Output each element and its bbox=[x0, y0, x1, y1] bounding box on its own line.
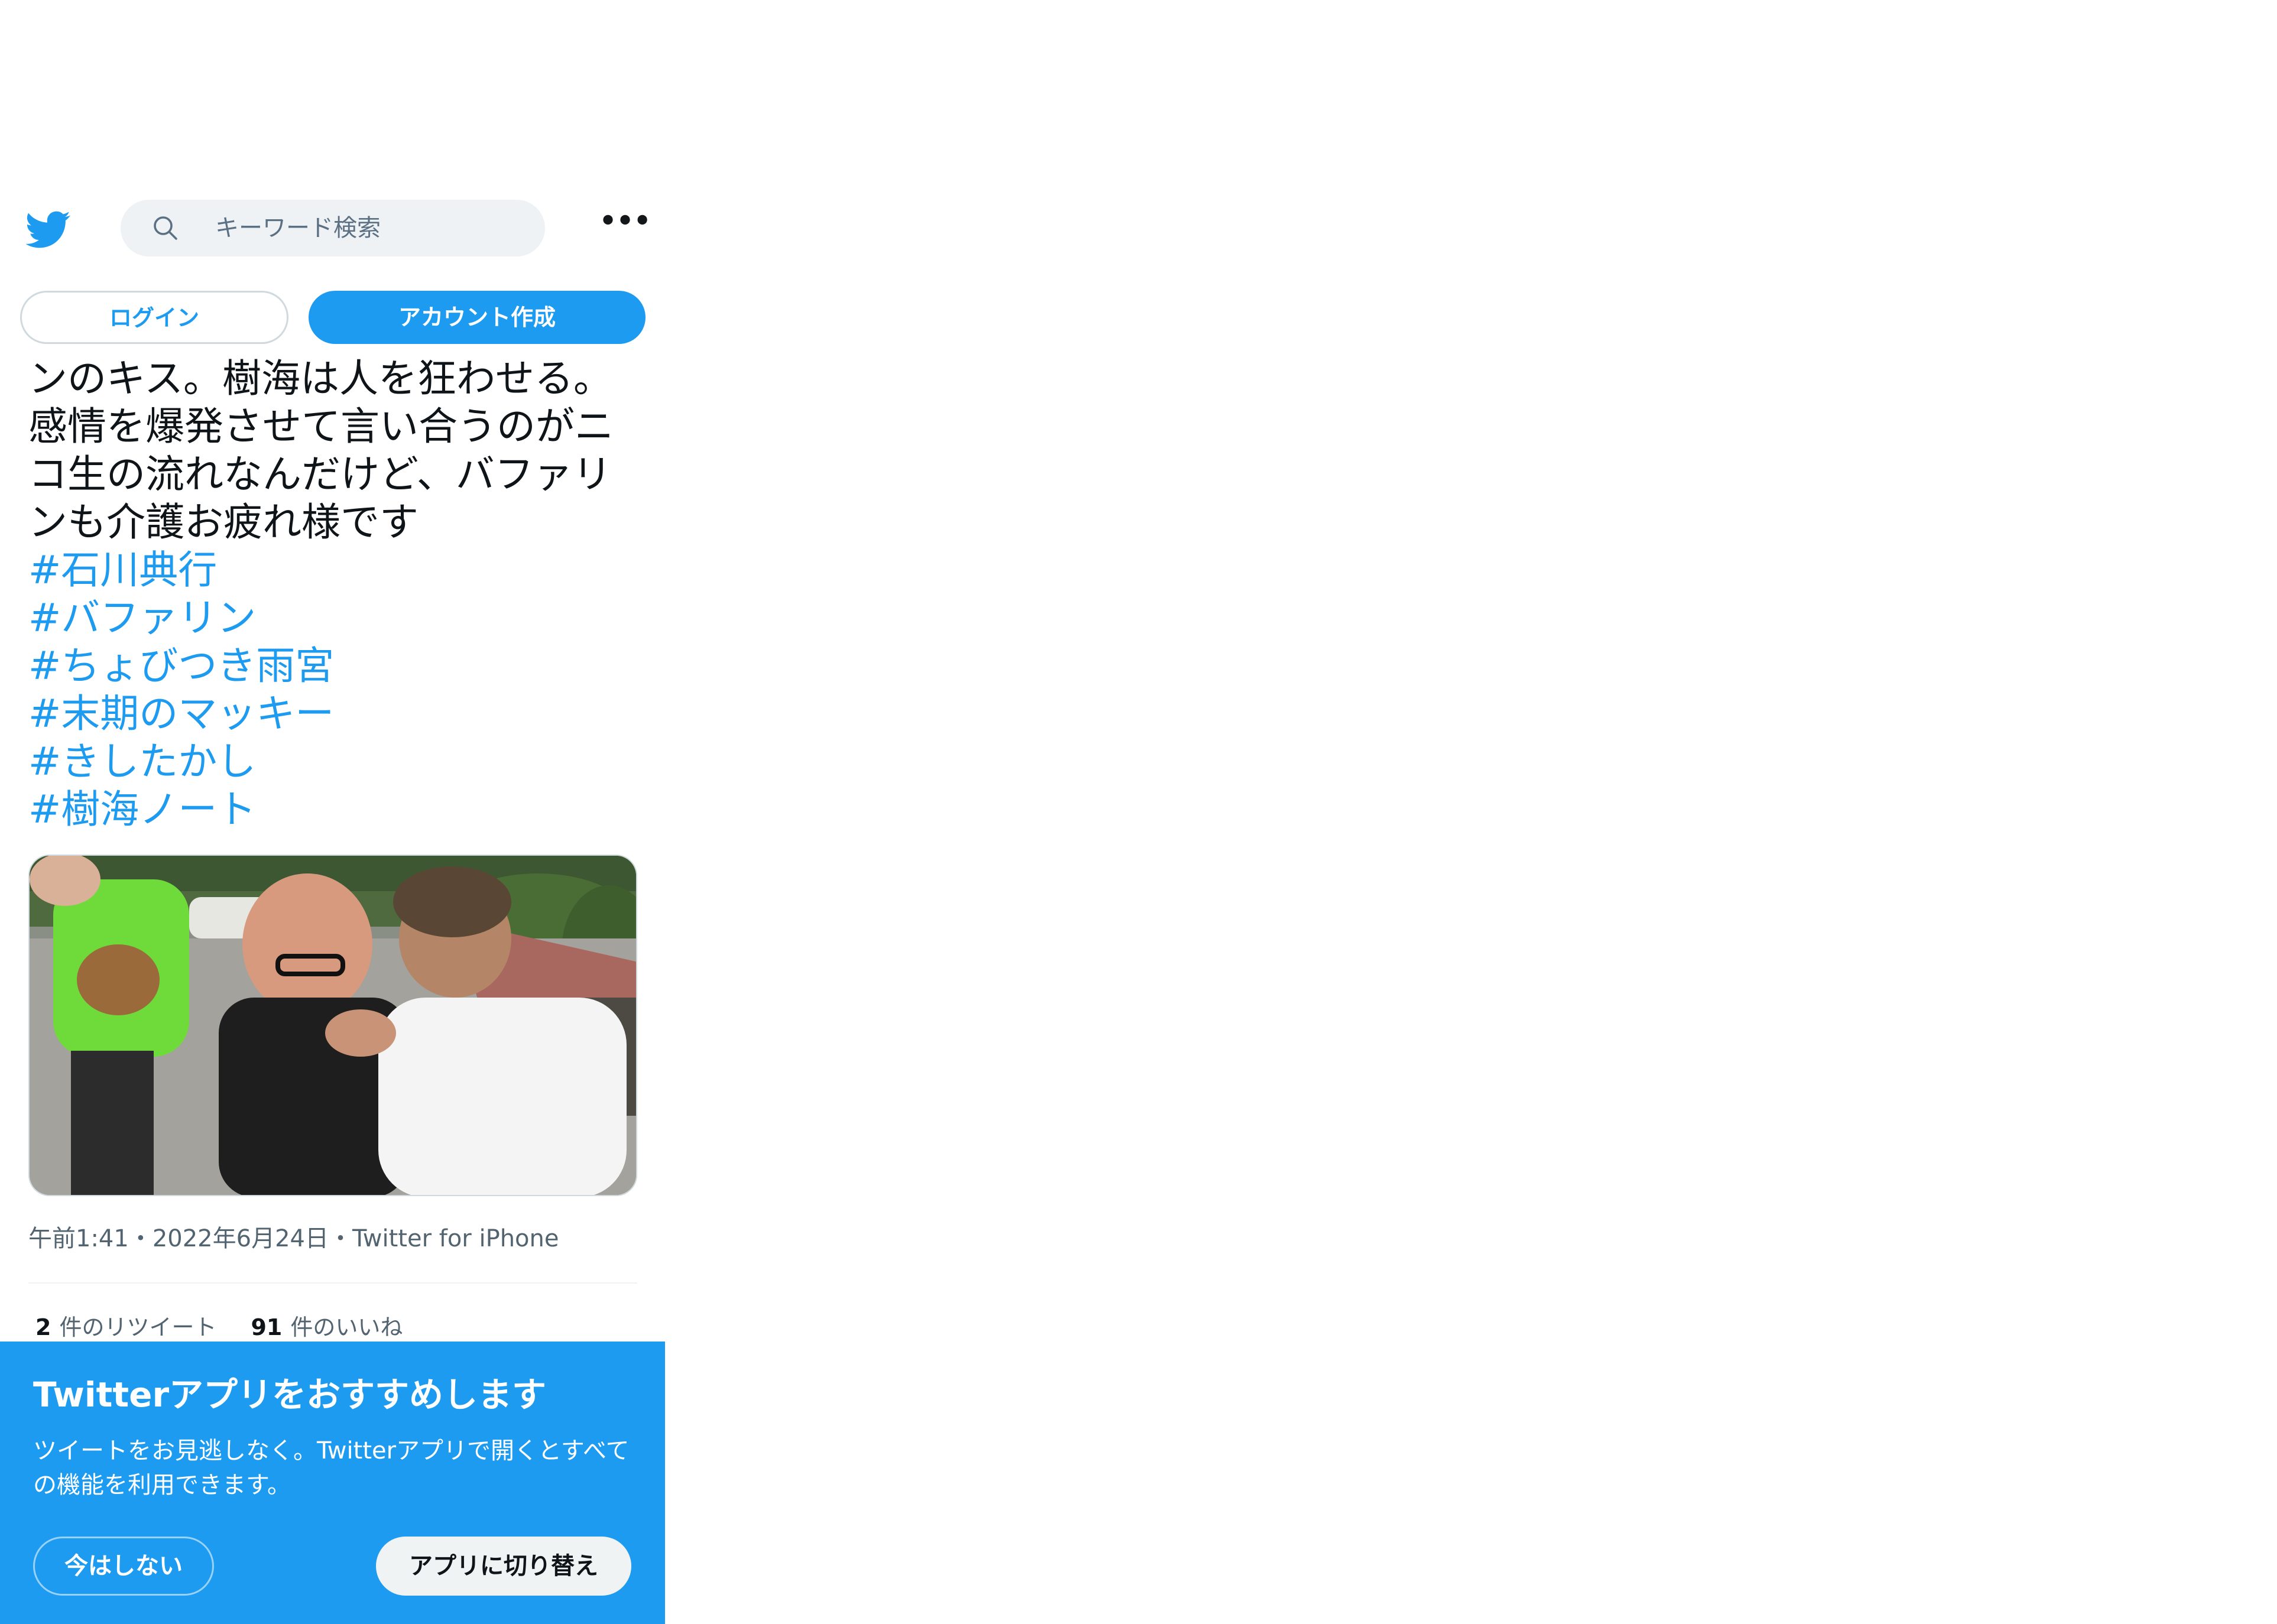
divider bbox=[28, 1282, 637, 1284]
video-scene-image bbox=[30, 856, 636, 1195]
mobile-viewport: キーワード検索 ••• ログイン アカウント作成 ンのキス。樹海は人を狂わせる。… bbox=[0, 0, 665, 1624]
hashtag-link[interactable]: #バファリン bbox=[28, 594, 643, 642]
like-stat[interactable]: 91 件のいいね bbox=[251, 1314, 403, 1340]
tweet-video-thumbnail[interactable] bbox=[28, 855, 637, 1196]
hashtag-link[interactable]: #末期のマッキー bbox=[28, 690, 643, 738]
page: キーワード検索 ••• ログイン アカウント作成 ンのキス。樹海は人を狂わせる。… bbox=[0, 0, 2277, 1624]
hashtag-link[interactable]: #きしたかし bbox=[28, 738, 643, 785]
tweet-stats: 2 件のリツイート 91 件のいいね bbox=[35, 1312, 403, 1343]
hashtag-link[interactable]: #石川典行 bbox=[28, 546, 643, 594]
like-label: 件のいいね bbox=[290, 1314, 403, 1340]
search-placeholder: キーワード検索 bbox=[215, 215, 381, 242]
switch-to-app-button[interactable]: アプリに切り替え bbox=[376, 1537, 631, 1596]
hashtag-list: #石川典行 #バファリン #ちょびつき雨宮 #末期のマッキー #きしたかし #樹… bbox=[28, 546, 643, 833]
retweet-stat[interactable]: 2 件のリツイート bbox=[35, 1314, 216, 1340]
tweet-text: ンのキス。樹海は人を狂わせる。 感情を爆発させて言い合うのがニ コ生の流れなんだ… bbox=[28, 356, 614, 545]
more-dots-icon[interactable]: ••• bbox=[598, 205, 652, 242]
retweet-label: 件のリツイート bbox=[59, 1314, 217, 1340]
like-count: 91 bbox=[251, 1314, 283, 1340]
login-button[interactable]: ログイン bbox=[20, 291, 288, 344]
search-icon bbox=[151, 214, 180, 242]
top-header: キーワード検索 ••• bbox=[0, 189, 665, 266]
banner-description: ツイートをお見逃しなく。Twitterアプリで開くとすべての機能を利用できます。 bbox=[33, 1437, 630, 1499]
signup-button[interactable]: アカウント作成 bbox=[309, 291, 646, 344]
retweet-count: 2 bbox=[35, 1314, 51, 1340]
tweet-timestamp[interactable]: 午前1:41・2022年6月24日・Twitter for iPhone bbox=[28, 1223, 559, 1254]
hashtag-link[interactable]: #ちょびつき雨宮 bbox=[28, 642, 643, 690]
not-now-button[interactable]: 今はしない bbox=[33, 1537, 214, 1596]
hashtag-link[interactable]: #樹海ノート bbox=[28, 785, 643, 833]
banner-title: Twitterアプリをおすすめします bbox=[33, 1375, 547, 1415]
search-input[interactable]: キーワード検索 bbox=[121, 200, 545, 256]
app-promo-banner: Twitterアプリをおすすめします ツイートをお見逃しなく。Twitterアプ… bbox=[0, 1342, 665, 1624]
twitter-bird-icon[interactable] bbox=[25, 207, 71, 252]
